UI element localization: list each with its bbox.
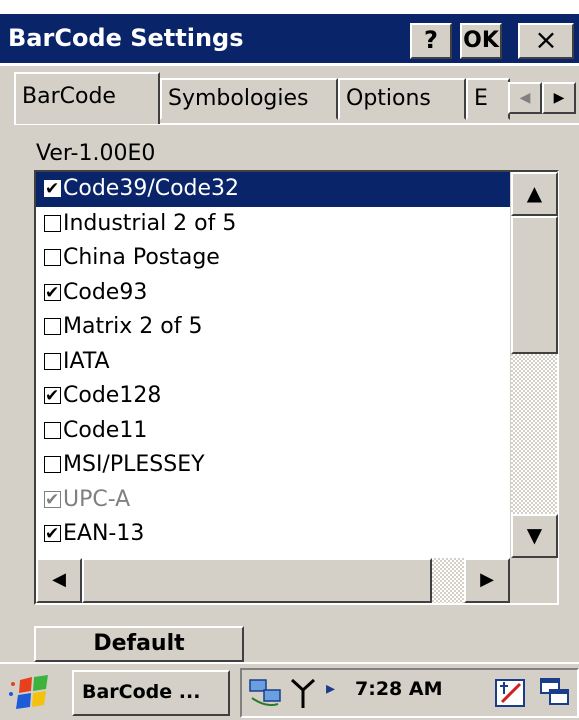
- checkbox[interactable]: [44, 249, 61, 266]
- symbology-item[interactable]: EAN-13: [36, 517, 510, 552]
- checkbox[interactable]: [44, 214, 61, 232]
- tab-e[interactable]: E: [466, 78, 510, 120]
- checkbox[interactable]: [44, 276, 61, 310]
- clipped-header-text: [0, 0, 579, 14]
- tab-strip: BarCode Symbologies Options E ◀ ▶: [0, 66, 579, 126]
- horizontal-scrollbar[interactable]: ◀ ▶: [36, 558, 510, 603]
- symbology-label: Code128: [63, 383, 162, 408]
- checkbox[interactable]: [44, 517, 61, 551]
- tab-symbologies[interactable]: Symbologies: [160, 78, 338, 120]
- checkbox[interactable]: [44, 483, 61, 517]
- symbology-item[interactable]: Code128: [36, 379, 510, 414]
- tab-scroll-left-icon[interactable]: ◀: [508, 82, 542, 114]
- symbology-item[interactable]: Code93: [36, 276, 510, 311]
- symbology-label: UPC-A: [63, 486, 131, 512]
- symbology-item[interactable]: Code11: [36, 414, 510, 449]
- version-label: Ver-1.00E0: [36, 141, 156, 166]
- checkbox[interactable]: [44, 172, 61, 206]
- ok-button[interactable]: OK: [460, 23, 502, 59]
- symbology-label: EAN-13: [63, 521, 145, 546]
- switch-windows-icon[interactable]: [538, 676, 572, 710]
- symbology-label: IATA: [63, 348, 110, 374]
- scrollbar-corner: [510, 558, 557, 603]
- checkbox[interactable]: [44, 421, 61, 439]
- symbology-item[interactable]: Industrial 2 of 5: [36, 207, 510, 242]
- symbology-list-items: Code39/Code32 Industrial 2 of 5 China Post…: [36, 172, 510, 558]
- tab-scroll-arrows: ◀ ▶: [508, 82, 579, 114]
- checkbox[interactable]: [44, 456, 61, 473]
- symbology-label: Code11: [63, 417, 148, 443]
- symbology-list[interactable]: Code39/Code32 Industrial 2 of 5 China Post…: [34, 170, 559, 605]
- symbology-item[interactable]: MSI/PLESSEY: [36, 448, 510, 483]
- tab-barcode[interactable]: BarCode: [14, 72, 160, 124]
- vertical-scroll-thumb[interactable]: [511, 216, 558, 354]
- default-button[interactable]: Default: [34, 626, 244, 662]
- symbology-item[interactable]: China Postage: [36, 241, 510, 276]
- title-bar: BarCode Settings ? OK ×: [0, 14, 579, 66]
- symbology-label: Code93: [63, 279, 148, 305]
- checkbox[interactable]: [44, 379, 61, 413]
- symbology-label: Industrial 2 of 5: [63, 210, 237, 236]
- task-barcode-button[interactable]: BarCode ...: [72, 670, 230, 716]
- symbology-item[interactable]: Matrix 2 of 5: [36, 310, 510, 345]
- scroll-down-icon[interactable]: ▼: [511, 514, 558, 558]
- checkbox[interactable]: [44, 352, 61, 370]
- scroll-left-icon[interactable]: ◀: [36, 558, 82, 603]
- input-panel-icon[interactable]: [494, 676, 528, 710]
- taskbar: BarCode ... ▸ 7:28 AM: [0, 662, 579, 720]
- scroll-right-icon[interactable]: ▶: [464, 558, 510, 603]
- symbology-item[interactable]: Code39/Code32: [36, 172, 510, 207]
- system-tray: ▸ 7:28 AM: [240, 668, 579, 718]
- antenna-icon[interactable]: [288, 676, 318, 710]
- scroll-up-icon[interactable]: ▲: [511, 172, 558, 216]
- symbology-label: Matrix 2 of 5: [63, 314, 203, 339]
- window-title: BarCode Settings: [8, 24, 244, 52]
- help-button[interactable]: ?: [410, 23, 452, 59]
- symbology-label: China Postage: [63, 245, 220, 270]
- symbology-item[interactable]: UPC-A: [36, 483, 510, 518]
- tab-scroll-right-icon[interactable]: ▶: [542, 82, 576, 114]
- vertical-scrollbar[interactable]: ▲ ▼: [510, 172, 558, 558]
- symbology-item[interactable]: IATA: [36, 345, 510, 380]
- close-button[interactable]: ×: [518, 23, 574, 59]
- network-icon[interactable]: [248, 676, 284, 710]
- checkbox[interactable]: [44, 318, 61, 335]
- tray-arrow-icon: ▸: [326, 678, 336, 699]
- horizontal-scroll-thumb[interactable]: [82, 558, 432, 603]
- start-button[interactable]: [6, 672, 62, 716]
- clock[interactable]: 7:28 AM: [355, 678, 443, 700]
- windows-flag-icon: [9, 675, 48, 709]
- symbology-label: Code39/Code32: [63, 176, 240, 201]
- symbology-label: MSI/PLESSEY: [63, 452, 205, 477]
- tab-options[interactable]: Options: [338, 78, 466, 120]
